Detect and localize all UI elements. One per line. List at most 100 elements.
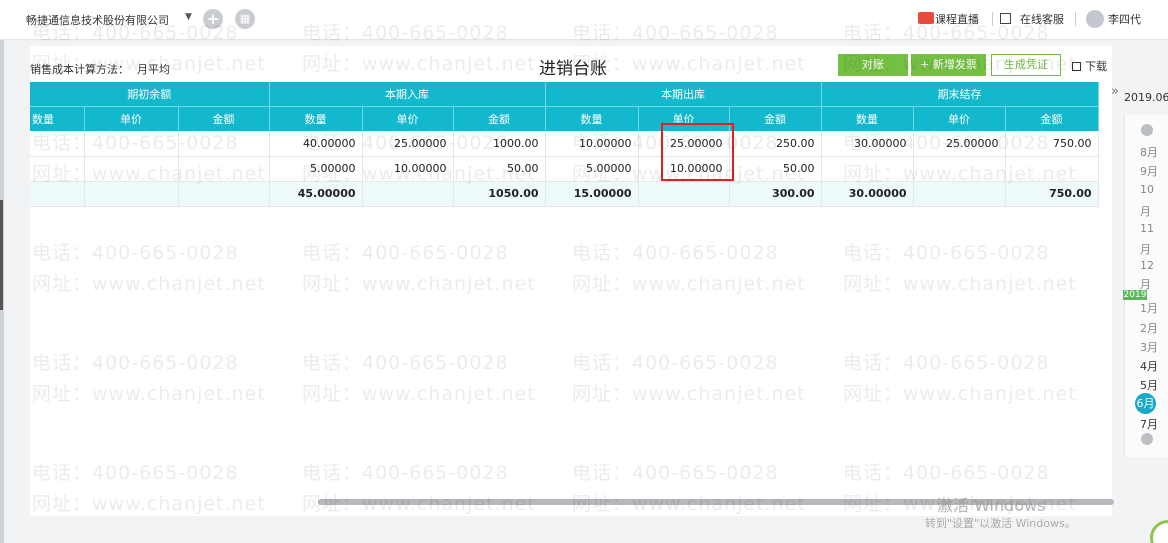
avatar[interactable]	[1086, 10, 1104, 28]
scroll-down-icon[interactable]	[1141, 433, 1153, 445]
table-cell: 50.00	[453, 156, 546, 182]
total-row: 45.00000 1050.00 15.00000 300.00 30.0000…	[30, 181, 1099, 207]
group-header-row: 期初余额 本期入库 本期出库 期末结存	[30, 82, 1099, 106]
group-inbound: 本期入库	[269, 82, 546, 106]
current-period: 2019.06	[1124, 91, 1168, 104]
group-opening: 期初余额	[30, 82, 270, 106]
col-header: 数量	[545, 105, 639, 131]
total-cell: 1050.00	[453, 181, 546, 207]
top-bar: 畅捷通信息技术股份有限公司 ▼ + ▦ 课程直播 在线客服 李四代	[0, 0, 1168, 40]
reconcile-button[interactable]: 对账	[838, 54, 908, 76]
total-cell	[30, 181, 85, 207]
table-cell: 1000.00	[453, 131, 546, 157]
help-float-icon[interactable]	[1150, 520, 1168, 543]
total-cell	[638, 181, 730, 207]
period-month[interactable]: 月	[1140, 241, 1151, 257]
apps-icon[interactable]: ▦	[235, 9, 255, 29]
period-month[interactable]: 月	[1140, 203, 1151, 219]
col-header: 单价	[84, 105, 179, 131]
table-cell	[84, 131, 179, 157]
user-name[interactable]: 李四代	[1108, 11, 1141, 27]
table-cell	[913, 156, 1006, 182]
period-month[interactable]: 2月	[1140, 320, 1158, 336]
collapse-icon[interactable]: »	[1111, 84, 1119, 99]
total-cell	[362, 181, 454, 207]
col-header: 数量	[30, 105, 85, 131]
table-row[interactable]: 40.00000 25.00000 1000.00 10.00000 25.00…	[30, 131, 1099, 157]
table-cell: 40.00000	[269, 131, 363, 157]
table-cell	[178, 131, 270, 157]
table-cell: 5.00000	[545, 156, 639, 182]
download-icon	[1072, 62, 1081, 71]
period-month-selected[interactable]: 6月	[1135, 393, 1156, 414]
page-title: 进销台账	[539, 59, 607, 79]
period-month[interactable]: 11	[1140, 222, 1154, 235]
period-month[interactable]: 3月	[1140, 339, 1158, 355]
table-cell	[178, 156, 270, 182]
column-header-row: 数量 单价 金额 数量 单价 金额 数量 单价 金额 数量 单价 金额	[30, 105, 1099, 131]
table-cell: 50.00	[729, 156, 822, 182]
table-cell	[30, 131, 85, 157]
period-month[interactable]: 12	[1140, 259, 1154, 272]
total-cell: 300.00	[729, 181, 822, 207]
col-header: 金额	[453, 105, 546, 131]
year-tag: 2019	[1123, 290, 1147, 300]
period-month[interactable]: 8月	[1140, 144, 1158, 160]
table-cell: 10.00000	[362, 156, 454, 182]
period-month[interactable]: 9月	[1140, 163, 1158, 179]
period-month[interactable]: 1月	[1140, 300, 1158, 316]
add-icon[interactable]: +	[203, 9, 223, 29]
activation-hint: 转到"设置"以激活 Windows。	[925, 517, 1076, 530]
live-icon[interactable]	[918, 12, 934, 24]
total-cell: 15.00000	[545, 181, 639, 207]
generate-voucher-button[interactable]: 生成凭证	[991, 54, 1061, 76]
period-month[interactable]: 4月	[1140, 358, 1158, 374]
table-cell: 25.00000	[913, 131, 1006, 157]
table-cell: 10.00000	[545, 131, 639, 157]
divider	[1075, 12, 1076, 26]
col-header: 金额	[729, 105, 822, 131]
group-closing: 期末结存	[821, 82, 1099, 106]
service-icon[interactable]	[1000, 13, 1011, 24]
table-cell: 250.00	[729, 131, 822, 157]
period-month[interactable]: 7月	[1140, 416, 1158, 432]
table-cell	[84, 156, 179, 182]
table-cell: 30.00000	[821, 131, 914, 157]
chevron-down-icon[interactable]: ▼	[185, 12, 192, 22]
total-cell: 45.00000	[269, 181, 363, 207]
total-cell	[84, 181, 179, 207]
table-cell	[821, 156, 914, 182]
ledger-table: 期初余额 本期入库 本期出库 期末结存 数量 单价 金额 数量 单价 金额 数量…	[30, 82, 1099, 207]
table-cell: 750.00	[1005, 131, 1099, 157]
activation-title: 激活 Windows	[937, 496, 1046, 515]
app-window: 畅捷通信息技术股份有限公司 ▼ + ▦ 课程直播 在线客服 李四代 销售成本计算…	[0, 0, 1168, 543]
download-button[interactable]: 下载	[1072, 58, 1107, 74]
period-month[interactable]: 5月	[1140, 377, 1158, 393]
group-outbound: 本期出库	[545, 82, 822, 106]
cost-method-value[interactable]: 月平均	[137, 61, 170, 77]
col-header: 数量	[269, 105, 363, 131]
new-invoice-button[interactable]: + 新增发票	[911, 54, 986, 76]
table-cell	[1005, 156, 1099, 182]
cost-method-label: 销售成本计算方法：	[30, 63, 129, 76]
total-cell	[913, 181, 1006, 207]
col-header: 数量	[821, 105, 914, 131]
table-row[interactable]: 5.00000 10.00000 50.00 5.00000 10.00000 …	[30, 156, 1099, 182]
col-header: 单价	[362, 105, 454, 131]
col-header: 金额	[1005, 105, 1099, 131]
period-month[interactable]: 10	[1140, 183, 1154, 196]
total-cell: 30.00000	[821, 181, 914, 207]
table-cell	[30, 156, 85, 182]
divider	[992, 12, 993, 26]
table-cell: 25.00000	[362, 131, 454, 157]
left-edge-marker	[0, 200, 3, 310]
total-cell	[178, 181, 270, 207]
company-name[interactable]: 畅捷通信息技术股份有限公司	[26, 12, 169, 28]
col-header: 单价	[913, 105, 1006, 131]
live-course-link[interactable]: 课程直播	[935, 11, 979, 27]
download-label: 下载	[1085, 60, 1107, 73]
scroll-up-icon[interactable]	[1141, 124, 1153, 136]
table-cell: 5.00000	[269, 156, 363, 182]
online-service-link[interactable]: 在线客服	[1020, 11, 1064, 27]
highlight-annotation	[661, 123, 734, 181]
